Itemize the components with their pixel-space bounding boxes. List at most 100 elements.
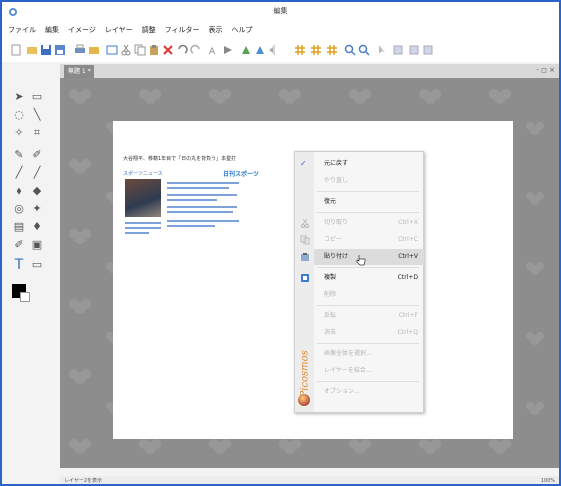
copy-icon[interactable] bbox=[134, 44, 146, 56]
frame-icon[interactable] bbox=[422, 44, 434, 56]
ctx-item-invert[interactable]: 反転 Ctrl+F bbox=[314, 308, 424, 324]
brush-tool-icon[interactable]: ✐ bbox=[30, 148, 44, 162]
lasso-tool-icon[interactable]: ◌ bbox=[12, 108, 26, 122]
toolbar: A bbox=[2, 38, 559, 62]
eyedropper-tool-icon[interactable]: ╱ bbox=[12, 166, 26, 180]
menu-filter[interactable]: フィルター bbox=[165, 25, 200, 35]
ctx-item-delete[interactable]: 削除 bbox=[314, 287, 424, 303]
ctx-item-label: 元に戻す bbox=[324, 160, 349, 167]
rotate-left-icon[interactable] bbox=[240, 44, 252, 56]
magic-wand-tool-icon[interactable]: ✧ bbox=[12, 126, 26, 140]
zoom-level: 100% bbox=[540, 478, 555, 484]
cut-icon[interactable] bbox=[120, 44, 132, 56]
select-rect-tool-icon[interactable]: ▭ bbox=[30, 90, 44, 104]
ctx-item-label: コピー bbox=[324, 236, 343, 243]
save-icon[interactable] bbox=[40, 44, 52, 56]
smudge-tool-icon[interactable]: ◆ bbox=[30, 184, 44, 198]
grid-icon[interactable] bbox=[294, 44, 306, 56]
crop-tool-icon[interactable]: ⌗ bbox=[30, 126, 44, 140]
stamp-tool-icon[interactable]: ▣ bbox=[30, 238, 44, 252]
ctx-item-duplicate[interactable]: 複製 Ctrl+D bbox=[301, 270, 424, 286]
zoom-out-icon[interactable] bbox=[358, 44, 370, 56]
pencil-tool-icon[interactable]: ✎ bbox=[12, 148, 26, 162]
redo-icon[interactable] bbox=[190, 44, 202, 56]
grid-snap-icon[interactable] bbox=[310, 44, 322, 56]
save-as-icon[interactable] bbox=[54, 44, 66, 56]
news-source: スポーツニュース bbox=[123, 171, 163, 177]
hand-cursor-icon bbox=[356, 255, 366, 266]
menu-adjust[interactable]: 調整 bbox=[142, 25, 156, 35]
new-file-icon[interactable] bbox=[10, 44, 22, 56]
panel-icon[interactable] bbox=[408, 44, 420, 56]
open-folder-icon[interactable] bbox=[26, 44, 38, 56]
eraser-tool-icon[interactable]: ✐ bbox=[12, 238, 26, 252]
arrow-tool-icon[interactable] bbox=[222, 44, 234, 56]
menu-image[interactable]: イメージ bbox=[68, 25, 96, 35]
news-text-line bbox=[167, 220, 239, 222]
menu-help[interactable]: ヘルプ bbox=[232, 25, 253, 35]
guides-icon[interactable] bbox=[326, 44, 338, 56]
tab-window-controls[interactable]: - ◻ × bbox=[536, 66, 555, 74]
background-color-swatch[interactable] bbox=[20, 292, 30, 302]
delete-icon[interactable] bbox=[162, 44, 174, 56]
ctx-item-shortcut: Ctrl+C bbox=[398, 236, 418, 243]
paste-icon[interactable] bbox=[148, 44, 160, 56]
pointer-icon[interactable] bbox=[376, 44, 388, 56]
ctx-item-label: 複製 bbox=[324, 274, 337, 281]
ctx-item-select-all[interactable]: 画像全体を選択... bbox=[314, 346, 424, 362]
shape-tool-icon[interactable]: ▭ bbox=[30, 258, 44, 272]
menu-separator bbox=[317, 267, 419, 268]
blur-tool-icon[interactable]: ╱ bbox=[30, 166, 44, 180]
email-icon[interactable] bbox=[88, 44, 100, 56]
ctx-item-label: 切り取り bbox=[324, 219, 349, 226]
gradient-tool-icon[interactable]: ▤ bbox=[12, 220, 26, 234]
text-icon[interactable]: A bbox=[208, 44, 220, 56]
ctx-item-redo[interactable]: やり直し bbox=[314, 173, 424, 189]
duplicate-icon bbox=[301, 274, 309, 282]
ctx-item-paste[interactable]: 貼り付け Ctrl+V bbox=[301, 249, 424, 266]
ctx-item-label: 削除 bbox=[324, 291, 337, 298]
screen-capture-icon[interactable] bbox=[106, 44, 118, 56]
ctx-item-copy[interactable]: コピー Ctrl+C bbox=[300, 232, 424, 248]
line-tool-icon[interactable]: ╲ bbox=[30, 108, 44, 122]
layers-icon[interactable] bbox=[392, 44, 404, 56]
bulb-tool-icon[interactable]: ♦ bbox=[30, 220, 44, 234]
ctx-item-label: やり直し bbox=[324, 177, 349, 184]
status-text: レイヤー2を表示 bbox=[64, 478, 103, 484]
context-menu: Picosmos ✓ 元に戻す やり直し 復元 切り取り Ctrl+X コピー … bbox=[294, 151, 424, 413]
paste-icon bbox=[301, 253, 309, 261]
ctx-item-options[interactable]: オプション... bbox=[314, 384, 424, 400]
text-tool-icon[interactable]: T bbox=[12, 258, 26, 272]
print-icon[interactable] bbox=[74, 44, 86, 56]
check-icon: ✓ bbox=[300, 159, 307, 168]
menu-view[interactable]: 表示 bbox=[209, 25, 223, 35]
ctx-item-clear[interactable]: 消去 Ctrl+Q bbox=[314, 325, 424, 341]
fill-tool-icon[interactable]: ⬧ bbox=[12, 184, 26, 198]
move-tool-icon[interactable]: ➤ bbox=[12, 90, 26, 104]
news-text-line bbox=[167, 199, 217, 201]
ctx-item-restore[interactable]: 復元 bbox=[314, 194, 424, 210]
undo-icon[interactable] bbox=[176, 44, 188, 56]
document-page[interactable]: 大谷翔平、移籍1年目で「日の丸を背負う」本塁打 スポーツニュース 日刊スポーツ … bbox=[113, 121, 513, 439]
tab-document-1[interactable]: 無題 1 * bbox=[64, 65, 94, 78]
rotate-right-icon[interactable] bbox=[254, 44, 266, 56]
zoom-in-icon[interactable] bbox=[344, 44, 356, 56]
clone-tool-icon[interactable]: ◎ bbox=[12, 202, 26, 216]
tools-panel: ➤ ▭ ◌ ╲ ✧ ⌗ ✎ ✐ ╱ ╱ ⬧ ◆ ◎ ✦ ▤ ♦ ✐ ▣ T ▭ bbox=[8, 84, 54, 314]
news-article-snippet: 大谷翔平、移籍1年目で「日の丸を背負う」本塁打 スポーツニュース 日刊スポーツ bbox=[123, 156, 283, 246]
ctx-item-merge-layers[interactable]: レイヤーを結合... bbox=[314, 363, 424, 379]
canvas-area[interactable]: 大谷翔平、移籍1年目で「日の丸を背負う」本塁打 スポーツニュース 日刊スポーツ … bbox=[60, 78, 559, 468]
menu-edit[interactable]: 編集 bbox=[45, 25, 59, 35]
ctx-item-undo[interactable]: ✓ 元に戻す bbox=[300, 156, 424, 172]
picosmos-logo-icon bbox=[298, 394, 310, 406]
flip-icon[interactable] bbox=[268, 44, 280, 56]
menu-layer[interactable]: レイヤー bbox=[105, 25, 133, 35]
ctx-item-cut[interactable]: 切り取り Ctrl+X bbox=[301, 215, 424, 231]
menu-separator bbox=[317, 212, 419, 213]
ctx-item-label: 反転 bbox=[324, 312, 337, 319]
news-text-line bbox=[167, 225, 215, 227]
status-bar: レイヤー2を表示 100% bbox=[60, 476, 559, 484]
heal-tool-icon[interactable]: ✦ bbox=[30, 202, 44, 216]
menu-file[interactable]: ファイル bbox=[8, 25, 36, 35]
ctx-item-shortcut: Ctrl+F bbox=[398, 312, 418, 319]
